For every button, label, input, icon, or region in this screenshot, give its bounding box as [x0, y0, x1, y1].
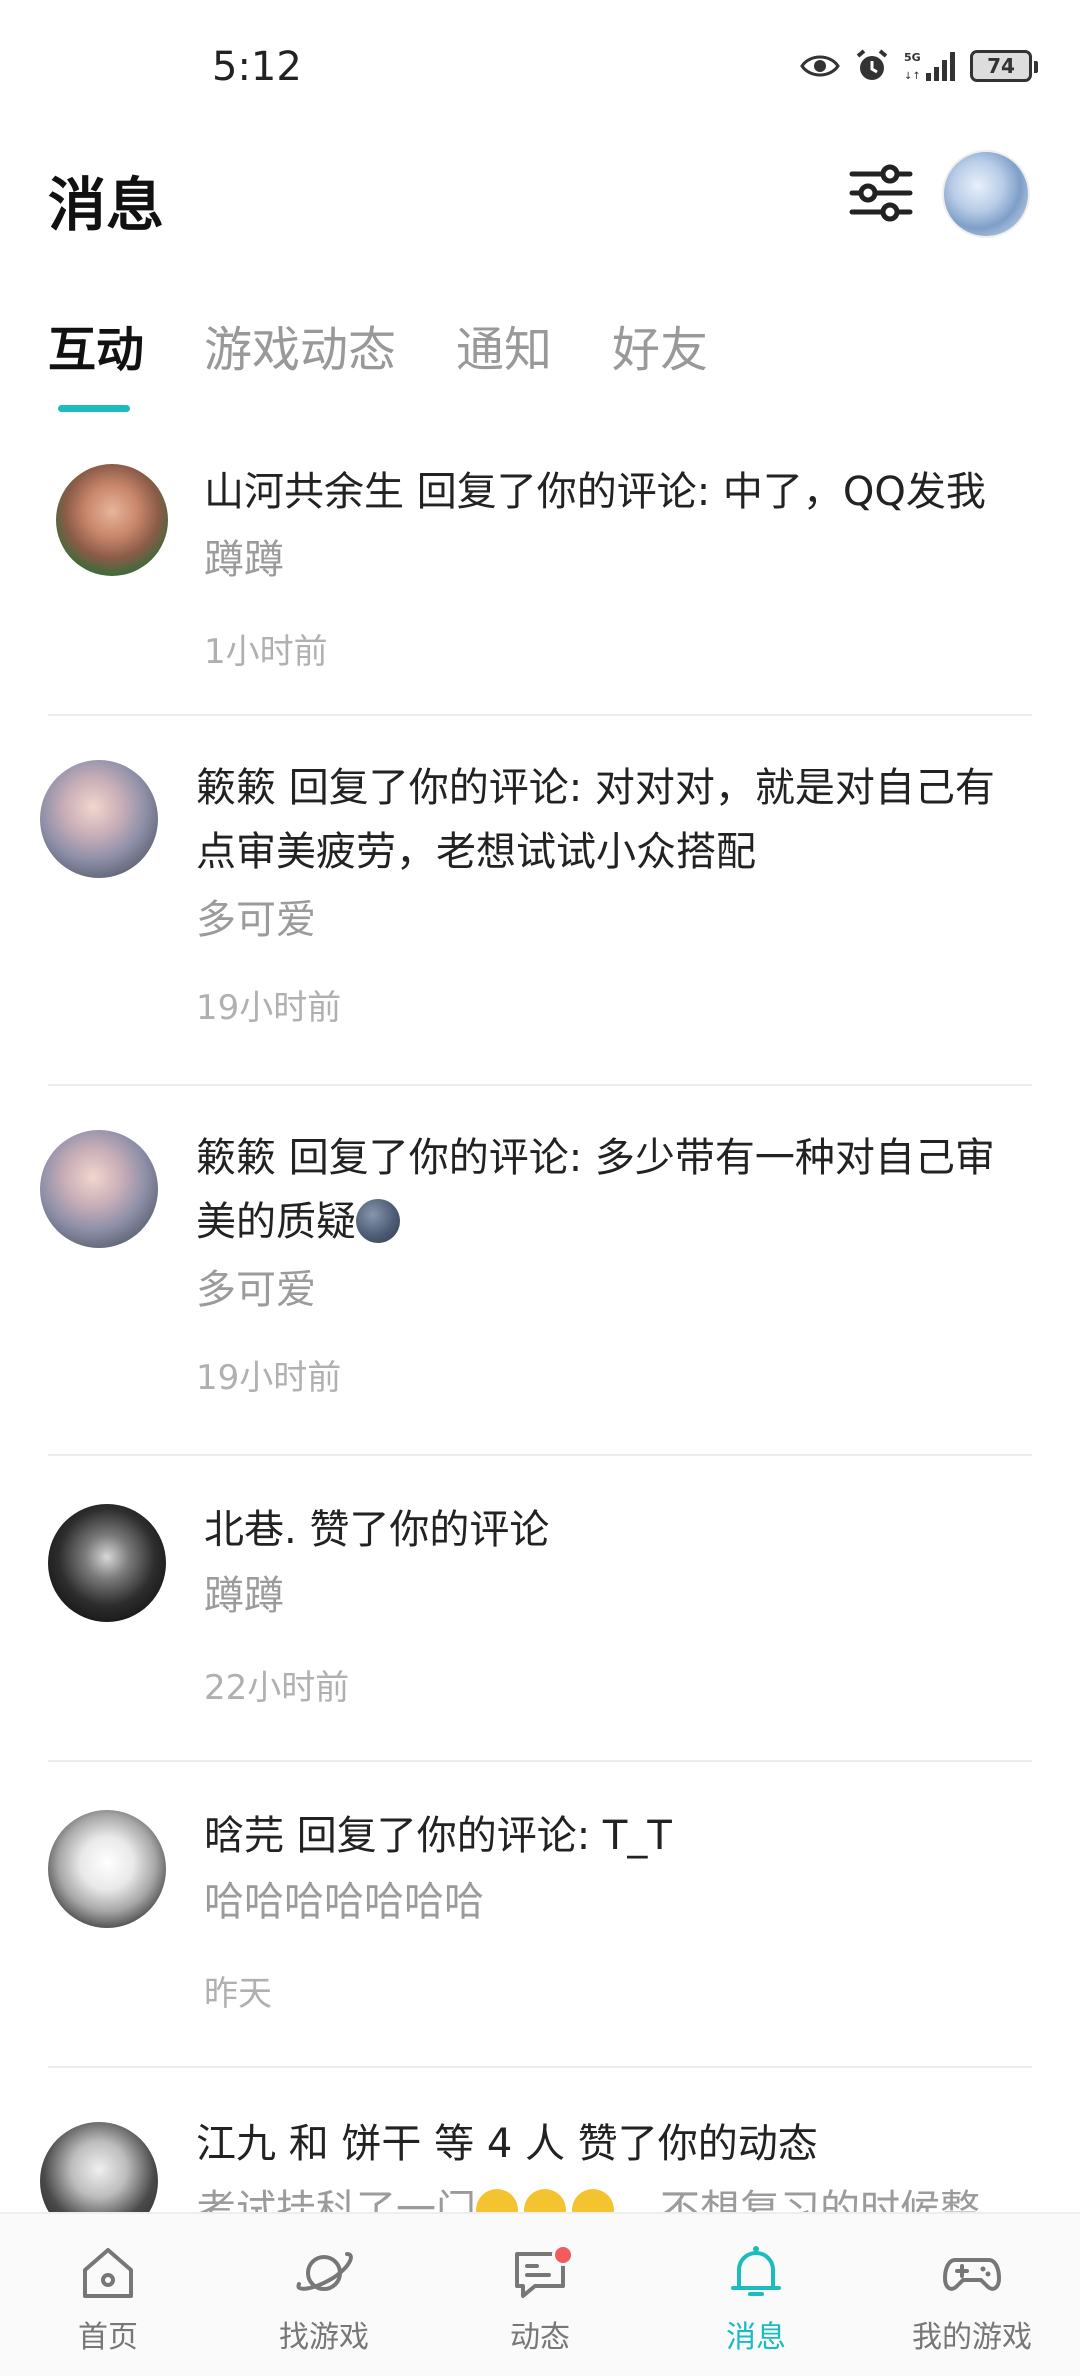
notification-badge — [552, 2244, 574, 2266]
message-text: 江九 和 饼干 等 4 人 赞了你的动态 — [196, 2112, 1032, 2176]
avatar[interactable] — [40, 760, 158, 878]
svg-text:↓↑: ↓↑ — [904, 71, 921, 82]
bell-icon — [731, 2246, 781, 2296]
avatar[interactable] — [40, 2122, 158, 2212]
message-user: 簌簌 — [196, 765, 276, 811]
message-quote: 蹲蹲 — [204, 537, 284, 583]
message-action: 回复了你的评论: — [288, 1135, 583, 1181]
status-bar: 5:12 5G ↓↑ 74 — [0, 0, 1080, 130]
laughing-emoji-icon — [524, 2189, 566, 2212]
message-text: 晗芫 回复了你的评论: T_T — [204, 1804, 1032, 1868]
message-action: 回复了你的评论: — [416, 469, 711, 515]
message-list[interactable]: 山河共余生 回复了你的评论: 中了，QQ发我 蹲蹲 1小时前 簌簌 回复了你的评… — [0, 440, 1080, 2212]
message-text: 簌簌 回复了你的评论: 多少带有一种对自己审美的质疑 — [196, 1126, 1032, 1254]
message-action: 回复了你的评论: — [288, 765, 583, 811]
header: 消息 — [0, 140, 1080, 260]
list-item[interactable]: 晗芫 回复了你的评论: T_T 哈哈哈哈哈哈哈 昨天 — [0, 1762, 1080, 2068]
tab-bar: 互动 游戏动态 通知 好友 — [48, 310, 768, 412]
nav-home[interactable]: 首页 — [0, 2214, 216, 2376]
message-user: 山河共余生 — [204, 469, 404, 515]
home-icon — [83, 2248, 133, 2298]
message-quote: 多可爱 — [196, 1267, 316, 1313]
avatar[interactable] — [56, 464, 168, 576]
message-quote: 考试挂科了一门 ，不想复习的时候整 — [196, 2178, 980, 2212]
message-time: 22小时前 — [204, 1668, 350, 1708]
tab-friends[interactable]: 好友 — [612, 310, 708, 390]
tab-label: 游戏动态 — [204, 322, 397, 378]
list-item[interactable]: 山河共余生 回复了你的评论: 中了，QQ发我 蹲蹲 1小时前 — [0, 440, 1080, 716]
user-avatar[interactable] — [942, 150, 1030, 238]
moon-emoji-icon — [356, 1199, 400, 1243]
message-user: 簌簌 — [196, 1135, 276, 1181]
message-time: 19小时前 — [196, 988, 342, 1028]
message-quote: 多可爱 — [196, 897, 316, 943]
list-item[interactable]: 江九 和 饼干 等 4 人 赞了你的动态 考试挂科了一门 ，不想复习的时候整 — [0, 2068, 1080, 2212]
message-quote-tail: ，不想复习的时候整 — [620, 2187, 980, 2212]
message-quote-text: 考试挂科了一门 — [196, 2187, 476, 2212]
status-icons: 5G ↓↑ 74 — [800, 48, 1038, 84]
battery-level: 74 — [987, 54, 1015, 78]
nav-label: 消息 — [726, 2320, 786, 2355]
message-content: T_T — [602, 1813, 672, 1859]
list-item[interactable]: 簌簌 回复了你的评论: 多少带有一种对自己审美的质疑 多可爱 19小时前 — [0, 1086, 1080, 1456]
tab-indicator — [58, 405, 130, 412]
message-user: 北巷. — [204, 1507, 297, 1553]
gamepad-icon — [943, 2258, 1001, 2291]
signal-icon: 5G ↓↑ — [904, 51, 955, 82]
bottom-nav: 首页 找游戏 动态 消息 我的游戏 — [0, 2212, 1080, 2376]
nav-find-games[interactable]: 找游戏 — [216, 2214, 432, 2376]
nav-label: 我的游戏 — [912, 2320, 1032, 2355]
tab-label: 好友 — [612, 322, 709, 378]
list-item[interactable]: 北巷. 赞了你的评论 蹲蹲 22小时前 — [0, 1456, 1080, 1762]
tab-game-updates[interactable]: 游戏动态 — [204, 310, 396, 390]
avatar[interactable] — [48, 1810, 166, 1928]
tab-interaction[interactable]: 互动 — [48, 310, 145, 412]
laughing-emoji-icon — [476, 2189, 518, 2212]
avatar[interactable] — [48, 1504, 166, 1622]
sliders-icon — [849, 164, 913, 222]
message-text: 簌簌 回复了你的评论: 对对对，就是对自己有点审美疲劳，老想试试小众搭配 — [196, 756, 1032, 884]
tab-label: 互动 — [48, 322, 145, 378]
message-action: 回复了你的评论: — [296, 1813, 591, 1859]
message-user: 晗芫 — [204, 1813, 284, 1859]
page-title: 消息 — [48, 171, 165, 239]
avatar[interactable] — [40, 1130, 158, 1248]
list-item[interactable]: 簌簌 回复了你的评论: 对对对，就是对自己有点审美疲劳，老想试试小众搭配 多可爱… — [0, 716, 1080, 1086]
nav-my-games[interactable]: 我的游戏 — [864, 2214, 1080, 2376]
message-content: 中了，QQ发我 — [722, 469, 986, 515]
alarm-icon — [856, 49, 888, 80]
status-time: 5:12 — [212, 44, 302, 90]
message-action: 赞了你的评论 — [309, 1507, 550, 1553]
tab-notifications[interactable]: 通知 — [456, 310, 552, 390]
message-time: 1小时前 — [204, 632, 328, 672]
message-time: 昨天 — [204, 1974, 272, 2014]
planet-icon — [296, 2252, 353, 2291]
message-quote: 蹲蹲 — [204, 1573, 284, 1619]
tab-label: 通知 — [456, 322, 553, 378]
battery-icon: 74 — [970, 50, 1038, 82]
nav-messages[interactable]: 消息 — [648, 2214, 864, 2376]
message-action: 赞了你的动态 — [577, 2121, 818, 2167]
nav-label: 找游戏 — [279, 2320, 369, 2355]
laughing-emoji-icon — [572, 2189, 614, 2212]
message-time: 19小时前 — [196, 1358, 342, 1398]
filter-button[interactable] — [848, 160, 914, 226]
nav-label: 首页 — [78, 2320, 138, 2355]
message-user: 江九 和 饼干 等 4 人 — [196, 2121, 566, 2167]
message-quote: 哈哈哈哈哈哈哈 — [204, 1879, 484, 1925]
message-text: 北巷. 赞了你的评论 — [204, 1498, 1032, 1562]
eye-icon — [800, 55, 840, 77]
message-text: 山河共余生 回复了你的评论: 中了，QQ发我 — [204, 460, 1032, 524]
svg-text:5G: 5G — [904, 51, 921, 64]
nav-activity[interactable]: 动态 — [432, 2214, 648, 2376]
nav-label: 动态 — [510, 2320, 570, 2355]
